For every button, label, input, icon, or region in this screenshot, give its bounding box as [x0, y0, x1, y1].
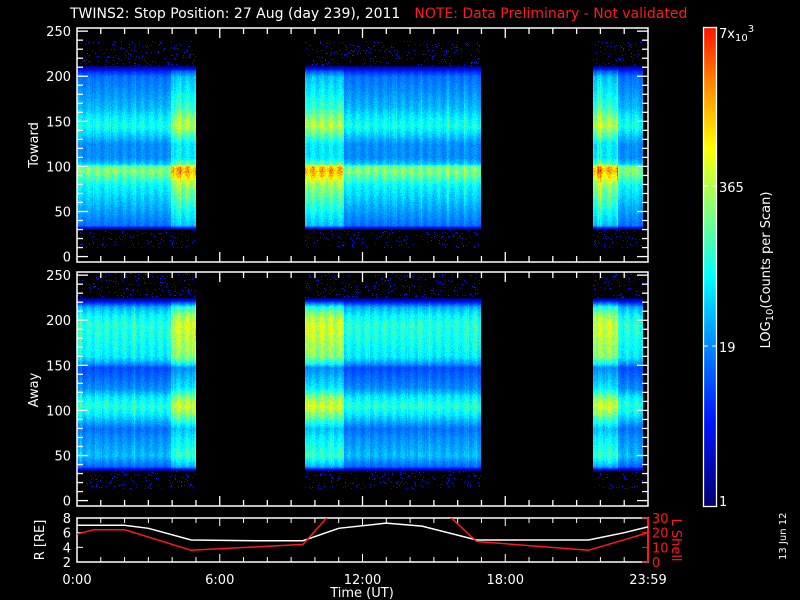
r-tick-label: 2 — [63, 556, 71, 571]
y-tick-label: 50 — [54, 206, 71, 221]
lshell-tick-label: 20 — [652, 527, 669, 542]
r-distance-line — [77, 522, 648, 542]
y-tick-label: 100 — [46, 404, 71, 419]
lshell-tick-label: 0 — [652, 556, 660, 571]
date-stamp: 13 Jun 12 — [778, 513, 789, 560]
y-tick-label: 250 — [46, 269, 71, 284]
lshell-axis-label: L Shell — [668, 518, 683, 561]
y-tick-label: 250 — [46, 25, 71, 40]
time-tick-label: 6:00 — [205, 573, 234, 588]
y-tick-label: 200 — [46, 70, 71, 85]
r-axis-label: R [RE] — [33, 520, 48, 561]
r-tick-label: 4 — [63, 541, 71, 556]
time-axis-label: Time (UT) — [329, 586, 394, 600]
y-tick-label: 0 — [63, 251, 71, 266]
axes-overlay: 0501001502002500501001502002502468010203… — [27, 24, 789, 600]
y-tick-label: 0 — [63, 495, 71, 510]
panel-frame — [76, 27, 649, 263]
time-tick-label: 0:00 — [62, 573, 91, 588]
panel-frame — [76, 271, 649, 507]
colorbar-tick-1: 1 — [719, 495, 727, 510]
time-tick-label: 18:00 — [487, 573, 524, 588]
lshell-tick-label: 10 — [652, 541, 669, 556]
r-tick-label: 6 — [63, 527, 71, 542]
r-tick-label: 8 — [63, 512, 71, 527]
colorbar-tick-max: 7x103 — [719, 24, 754, 44]
y-tick-label: 100 — [46, 160, 71, 175]
y-tick-label: 50 — [54, 450, 71, 465]
away-axis-label: Away — [27, 372, 42, 407]
y-tick-label: 150 — [46, 359, 71, 374]
lshell-tick-label: 30 — [652, 512, 669, 527]
colorbar-tick-19: 19 — [719, 341, 736, 356]
colorbar-frame — [702, 26, 718, 508]
colorbar-label: LOG10(Counts per Scan) — [759, 192, 776, 349]
time-tick-label: 23:59 — [629, 573, 666, 588]
toward-axis-label: Toward — [27, 122, 42, 169]
colorbar-tick-365: 365 — [719, 181, 744, 196]
y-tick-label: 200 — [46, 314, 71, 329]
y-tick-label: 150 — [46, 115, 71, 130]
